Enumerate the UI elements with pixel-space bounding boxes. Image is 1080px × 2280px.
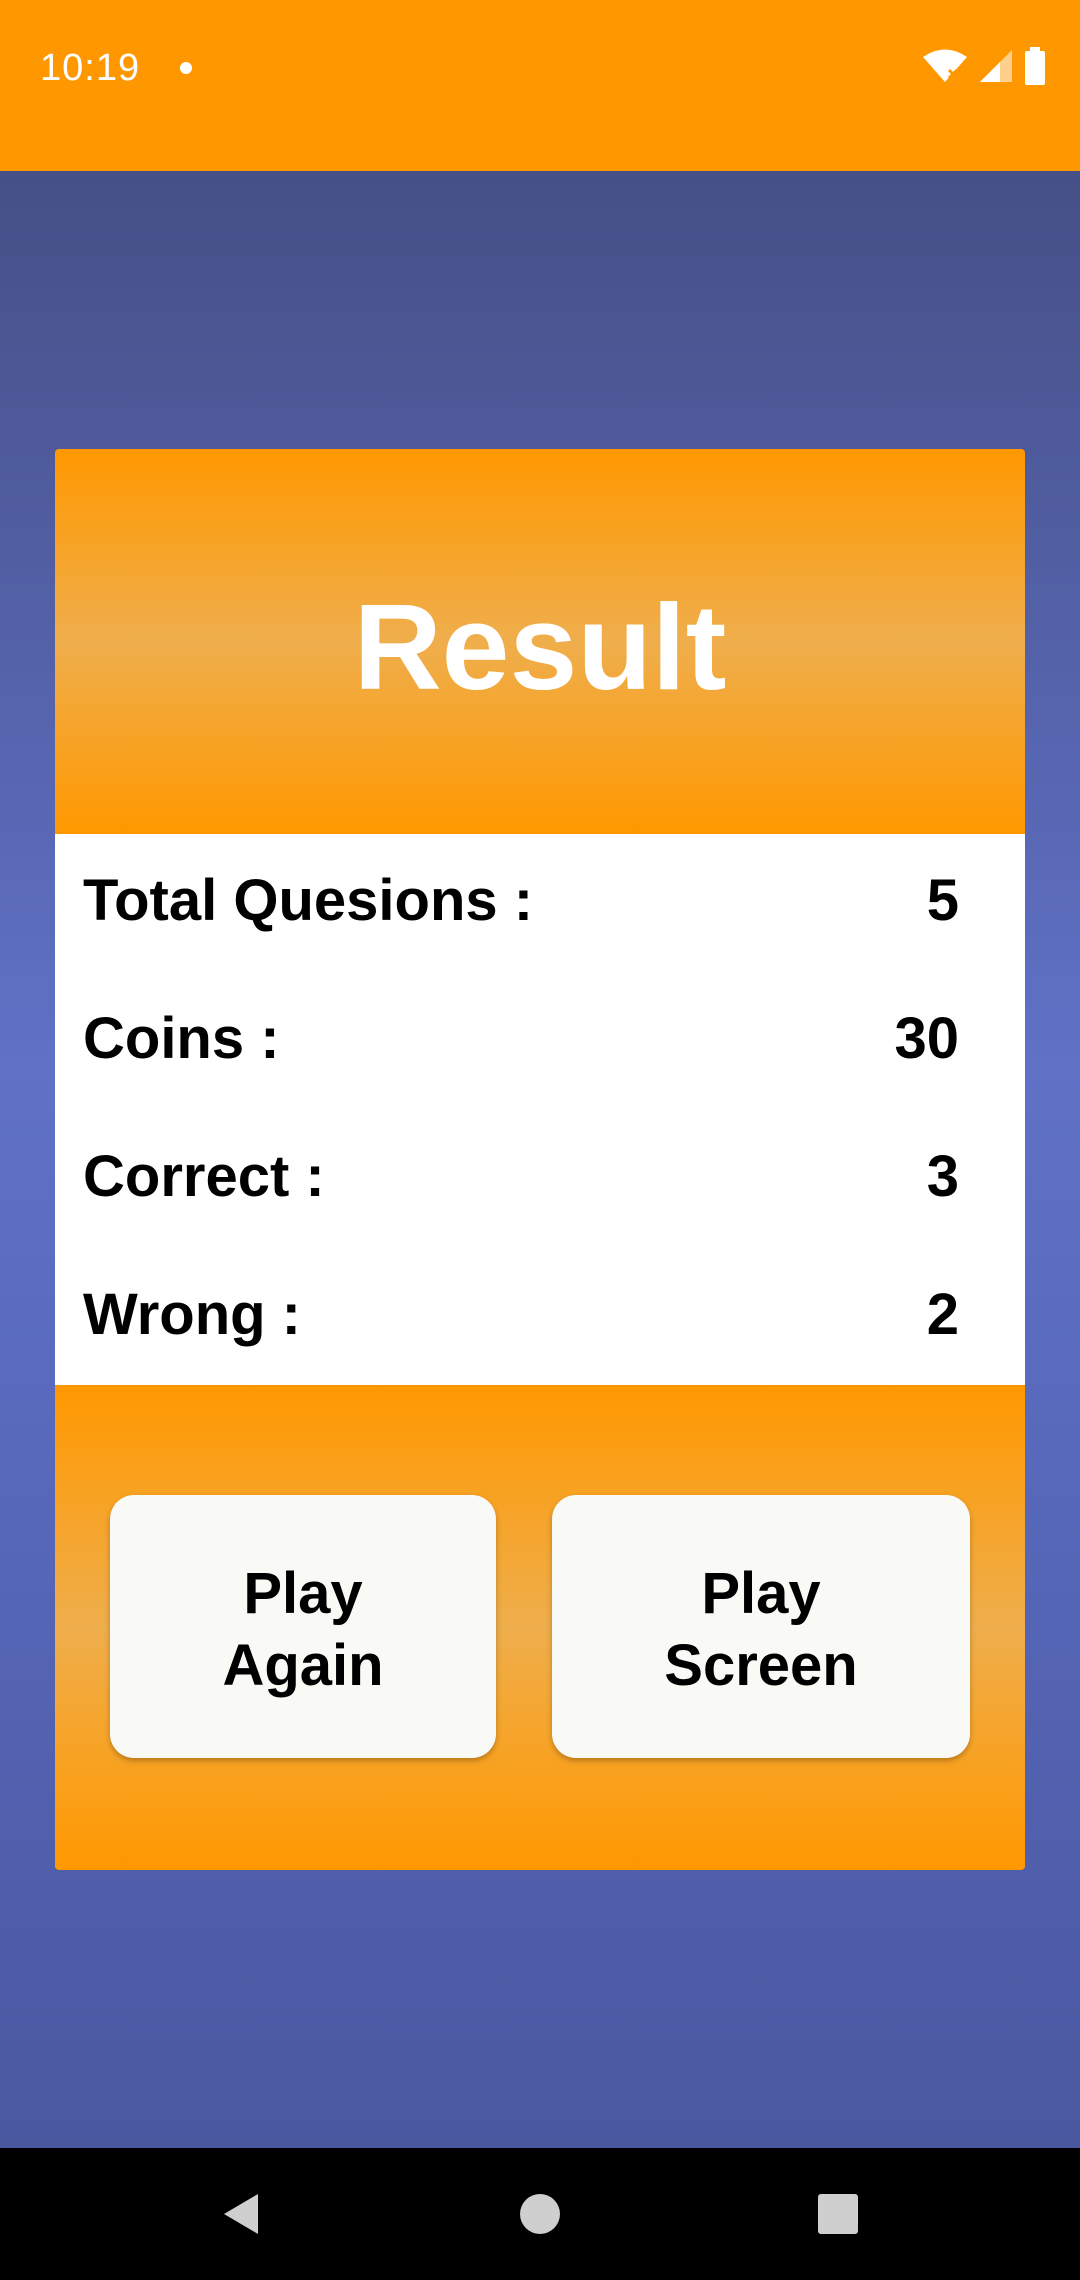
status-icons bbox=[922, 46, 1046, 90]
stat-row-coins: Coins : 30 bbox=[55, 1004, 1025, 1142]
stat-value: 3 bbox=[926, 1144, 959, 1209]
status-time: 10:19 bbox=[40, 47, 141, 89]
play-screen-button[interactable]: Play Screen bbox=[552, 1495, 970, 1758]
actions-panel: Play Again Play Screen bbox=[55, 1385, 1025, 1870]
stat-row-correct: Correct : 3 bbox=[55, 1142, 1025, 1280]
battery-icon bbox=[1024, 46, 1046, 90]
wifi-icon bbox=[922, 48, 968, 89]
recents-icon[interactable] bbox=[778, 2148, 898, 2280]
screen: 10:19 Result Total Quesions: 5 Coins: … bbox=[0, 0, 1080, 2280]
stat-value: 2 bbox=[926, 1282, 959, 1347]
main-content: Result Total Quesions : 5 Coins : 30 Cor… bbox=[0, 171, 1080, 2148]
play-again-button[interactable]: Play Again bbox=[110, 1495, 496, 1758]
page-title: Result bbox=[353, 578, 727, 715]
stat-label: Correct : bbox=[83, 1144, 325, 1209]
navigation-bar bbox=[0, 2148, 1080, 2280]
stat-label: Total Quesions : bbox=[83, 868, 534, 933]
result-header: Result bbox=[55, 449, 1025, 834]
back-icon[interactable] bbox=[180, 2148, 300, 2280]
result-card: Result Total Quesions : 5 Coins : 30 Cor… bbox=[55, 449, 1025, 1870]
stat-row-total-questions: Total Quesions : 5 bbox=[55, 866, 1025, 1004]
status-bar: 10:19 bbox=[0, 0, 1080, 171]
home-icon[interactable] bbox=[480, 2148, 600, 2280]
notification-dot-icon bbox=[180, 62, 192, 74]
stat-label: Coins : bbox=[83, 1006, 280, 1071]
stats-list: Total Quesions : 5 Coins : 30 Correct : … bbox=[55, 834, 1025, 1385]
stat-label: Wrong : bbox=[83, 1282, 301, 1347]
stat-value: 5 bbox=[926, 868, 959, 933]
cellular-signal-icon bbox=[978, 48, 1014, 89]
stat-value: 30 bbox=[894, 1006, 959, 1071]
